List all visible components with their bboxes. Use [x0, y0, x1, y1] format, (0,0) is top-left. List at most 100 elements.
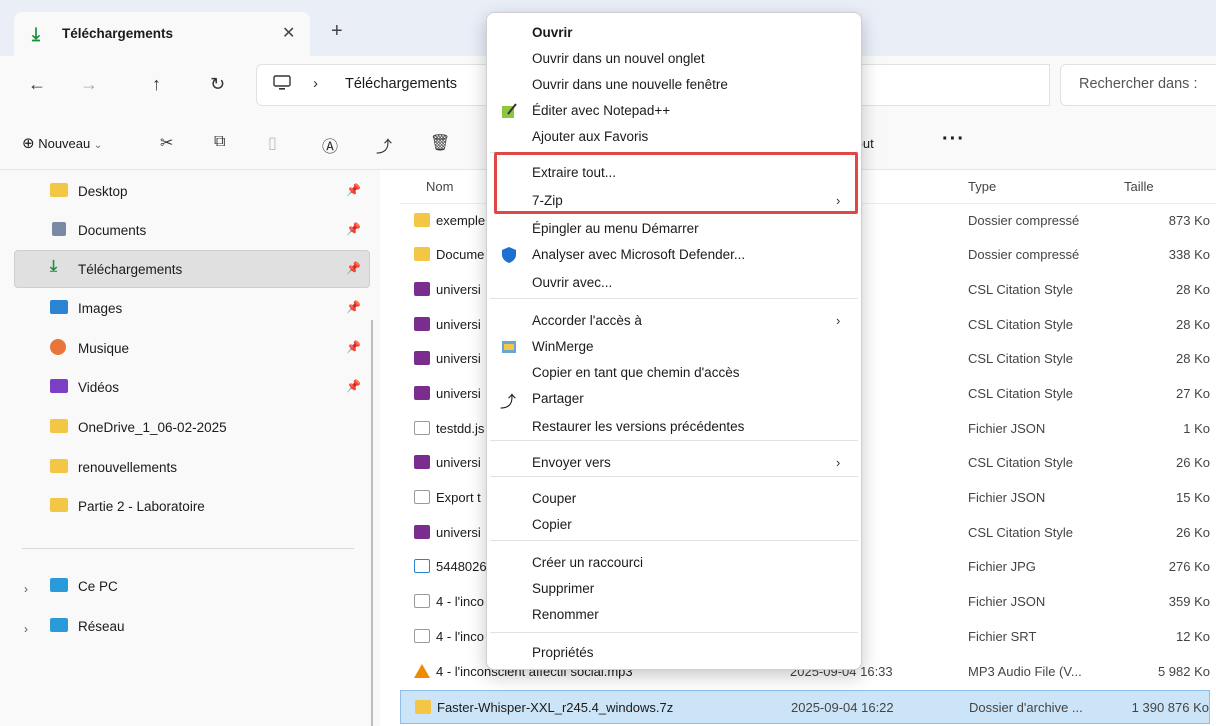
menu-item-properties[interactable]: Propriétés: [486, 640, 862, 666]
menu-item-copy[interactable]: Copier: [486, 512, 862, 538]
network-icon: [50, 618, 68, 632]
column-header-name[interactable]: Nom: [426, 179, 453, 194]
pin-icon: 📌: [346, 183, 361, 197]
submenu-chevron-icon: ›: [836, 313, 841, 328]
sidebar-scrollbar[interactable]: [371, 320, 373, 726]
menu-item-pin-start[interactable]: Épingler au menu Démarrer: [486, 216, 862, 242]
zip-folder-icon: [414, 247, 430, 261]
chevron-down-icon: ⌄: [93, 140, 103, 151]
file-icon: [414, 490, 430, 504]
forward-button[interactable]: →: [80, 74, 98, 95]
menu-item-defender[interactable]: Analyser avec Microsoft Defender...: [486, 242, 862, 268]
sidebar-item-images[interactable]: Images 📌: [50, 292, 368, 328]
menu-item-edit-notepadpp[interactable]: Éditer avec Notepad++: [486, 98, 862, 124]
column-header-size[interactable]: Taille: [1124, 179, 1154, 194]
menu-item-label: Éditer avec Notepad++: [532, 103, 671, 118]
new-tab-button[interactable]: +: [331, 20, 343, 43]
sidebar-item-partie-2[interactable]: Partie 2 - Laboratoire: [50, 490, 368, 526]
menu-item-label: Analyser avec Microsoft Defender...: [532, 247, 746, 262]
file-type: Fichier JPG: [968, 559, 1036, 574]
menu-item-open-new-tab[interactable]: Ouvrir dans un nouvel onglet: [486, 46, 862, 72]
up-button[interactable]: ↑: [152, 74, 161, 95]
sidebar-item-label: Partie 2 - Laboratoire: [78, 499, 205, 514]
sidebar-item-label: Images: [78, 301, 123, 316]
sidebar-item-renouvellements[interactable]: renouvellements: [50, 451, 368, 487]
tab-downloads[interactable]: ⤓ Téléchargements ✕: [14, 12, 310, 56]
menu-item-label: Propriétés: [532, 645, 594, 660]
close-tab-icon[interactable]: ✕: [282, 23, 295, 43]
menu-item-cut[interactable]: Couper: [486, 486, 862, 512]
sidebar-item-network[interactable]: Réseau: [50, 610, 368, 646]
file-name: universi: [436, 386, 481, 401]
expand-chevron-icon[interactable]: ›: [24, 582, 28, 596]
sidebar-item-this-pc[interactable]: Ce PC: [50, 570, 368, 606]
refresh-button[interactable]: ↻: [210, 74, 225, 95]
file-icon: [414, 629, 430, 643]
file-type: MP3 Audio File (V...: [968, 664, 1082, 679]
more-options-button[interactable]: ···: [942, 128, 965, 151]
file-name: universi: [436, 317, 481, 332]
computer-icon: [273, 75, 291, 96]
computer-icon: [50, 578, 68, 592]
sidebar-item-onedrive-folder[interactable]: OneDrive_1_06-02-2025: [50, 411, 368, 447]
file-icon: [414, 594, 430, 608]
file-name: Docume: [436, 247, 485, 262]
address-bar[interactable]: › Téléchargements: [256, 64, 494, 106]
file-size: 28 Ko: [1176, 351, 1210, 366]
menu-item-label: Créer un raccourci: [532, 555, 644, 570]
cut-icon[interactable]: ✂: [160, 133, 173, 153]
sidebar-item-label: Desktop: [78, 184, 128, 199]
sidebar-item-videos[interactable]: Vidéos 📌: [50, 371, 368, 407]
menu-item-create-shortcut[interactable]: Créer un raccourci: [486, 550, 862, 576]
menu-item-delete[interactable]: Supprimer: [486, 576, 862, 602]
menu-item-grant-access[interactable]: Accorder l'accès à ›: [486, 308, 862, 334]
file-type: CSL Citation Style: [968, 455, 1074, 470]
sidebar-item-music[interactable]: Musique 📌: [50, 332, 368, 368]
sidebar-item-documents[interactable]: Documents 📌: [50, 214, 368, 250]
sidebar-item-downloads[interactable]: ⤓ Téléchargements 📌: [50, 253, 368, 289]
menu-item-winmerge[interactable]: WinMerge: [486, 334, 862, 360]
file-name: 5448026: [436, 559, 487, 574]
expand-chevron-icon[interactable]: ›: [24, 622, 28, 636]
menu-item-send-to[interactable]: Envoyer vers ›: [486, 450, 862, 476]
zip-folder-icon: [414, 213, 430, 227]
csl-icon: [414, 386, 430, 400]
menu-item-label: Ajouter aux Favoris: [532, 129, 649, 144]
menu-item-add-favorites[interactable]: Ajouter aux Favoris: [486, 124, 862, 150]
menu-item-label: Partager: [532, 391, 584, 406]
file-type: Fichier JSON: [968, 594, 1046, 609]
pin-icon: 📌: [346, 340, 361, 354]
delete-icon[interactable]: 🗑: [430, 133, 450, 153]
rename-icon[interactable]: Ⓐ: [322, 133, 338, 157]
sidebar-item-desktop[interactable]: Desktop 📌: [50, 175, 368, 211]
file-size: 338 Ko: [1168, 247, 1210, 262]
search-input[interactable]: Rechercher dans :: [1060, 64, 1216, 106]
column-header-type[interactable]: Type: [968, 179, 996, 194]
sidebar-divider: [22, 548, 354, 549]
breadcrumb-location[interactable]: Téléchargements: [345, 76, 457, 92]
file-name: universi: [436, 351, 481, 366]
back-button[interactable]: ←: [28, 74, 46, 95]
folder-icon: [50, 459, 68, 473]
menu-item-label: Épingler au menu Démarrer: [532, 221, 699, 236]
file-size: 27 Ko: [1176, 386, 1210, 401]
menu-item-copy-path[interactable]: Copier en tant que chemin d'accès: [486, 360, 862, 386]
menu-item-open-new-window[interactable]: Ouvrir dans une nouvelle fenêtre: [486, 72, 862, 98]
menu-item-restore-versions[interactable]: Restaurer les versions précédentes: [486, 414, 862, 440]
new-button-label: Nouveau: [38, 136, 91, 151]
menu-item-open-with[interactable]: Ouvrir avec...: [486, 270, 862, 296]
menu-item-open[interactable]: Ouvrir: [486, 20, 862, 46]
image-file-icon: [414, 559, 430, 573]
menu-item-share[interactable]: ⤴ Partager: [486, 386, 862, 412]
menu-item-label: Renommer: [532, 607, 599, 622]
paste-icon[interactable]: ▯: [268, 133, 277, 153]
new-button[interactable]: ⊕ Nouveau ⌄: [22, 134, 102, 152]
menu-item-rename[interactable]: Renommer: [486, 602, 862, 628]
address-bar-extension[interactable]: [856, 64, 1050, 106]
file-size: 28 Ko: [1176, 317, 1210, 332]
copy-icon[interactable]: ⧉: [214, 133, 225, 151]
file-icon: [414, 421, 430, 435]
file-size: 26 Ko: [1176, 525, 1210, 540]
share-icon[interactable]: ⤴: [376, 133, 392, 157]
file-row[interactable]: Faster-Whisper-XXL_r245.4_windows.7z 2025…: [400, 690, 1210, 724]
